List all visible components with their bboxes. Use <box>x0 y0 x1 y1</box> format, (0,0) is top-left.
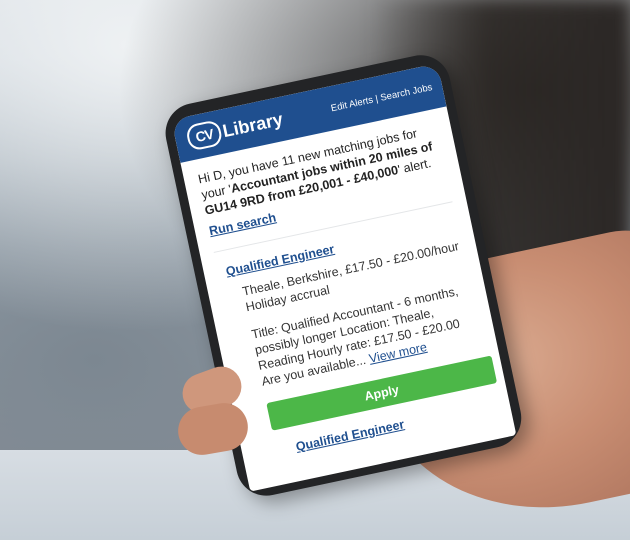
job-listing: Qualified Engineer Theale, Berkshire, £1… <box>216 214 498 435</box>
header-links: Edit Alerts | Search Jobs <box>330 82 433 114</box>
logo-cv-mark: CV <box>184 119 224 152</box>
edit-alerts-link[interactable]: Edit Alerts <box>330 94 374 114</box>
logo-wordmark: Library <box>220 108 285 141</box>
search-jobs-link[interactable]: Search Jobs <box>379 82 433 104</box>
